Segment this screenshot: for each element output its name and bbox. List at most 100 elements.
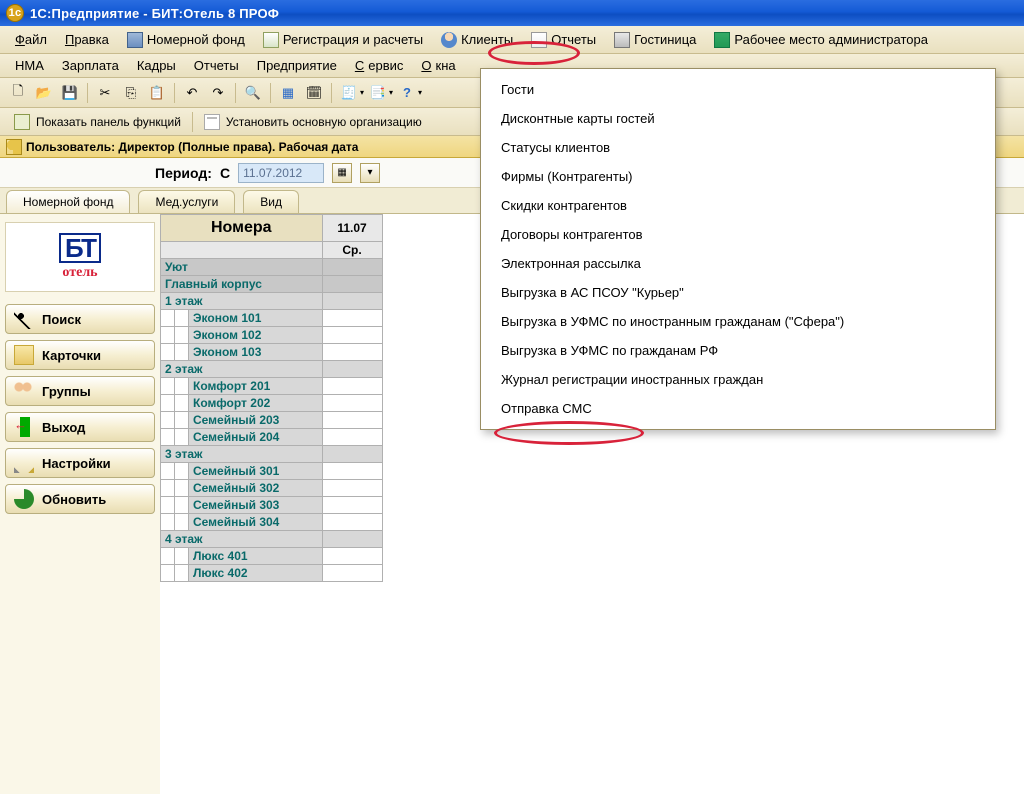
menu-Правка[interactable]: Правка — [56, 28, 118, 51]
dd-item[interactable]: Электронная рассылка — [481, 249, 995, 278]
menu-Регистрация и расчеты[interactable]: Регистрация и расчеты — [254, 28, 432, 52]
copy-icon[interactable]: ⎘ — [119, 81, 143, 105]
room-cell[interactable]: Эконом 101 — [189, 310, 323, 327]
separator — [331, 83, 332, 103]
calendar-icon[interactable]: 🗓 — [302, 81, 326, 105]
separator — [192, 112, 193, 132]
group-row[interactable]: Главный корпус — [161, 276, 323, 293]
room-cell[interactable]: Эконом 102 — [189, 327, 323, 344]
rooms-header: Номера — [161, 215, 323, 242]
floor-row[interactable]: 4 этаж — [161, 531, 323, 548]
clients-dropdown: ГостиДисконтные карты гостейСтатусы клие… — [480, 68, 996, 430]
undo-icon[interactable]: ↶ — [180, 81, 204, 105]
dropdown-button[interactable]: ▾ — [360, 163, 380, 183]
menu-Рабочее место администратора[interactable]: Рабочее место администратора — [705, 28, 937, 52]
page-icon — [204, 114, 220, 130]
main-menu: ФайлПравкаНомерной фондРегистрация и рас… — [0, 26, 1024, 54]
app-icon: 1c — [6, 4, 24, 22]
new-doc-icon[interactable]: 🗋 — [6, 81, 30, 105]
calc-icon[interactable]: ▦ — [276, 81, 300, 105]
open-icon[interactable]: 📂 — [32, 81, 56, 105]
room-cell[interactable]: Эконом 103 — [189, 344, 323, 361]
separator — [235, 83, 236, 103]
menu-icon — [127, 32, 143, 48]
tab-Мед.услуги[interactable]: Мед.услуги — [138, 190, 235, 213]
sb-exit-icon — [14, 417, 34, 437]
submenu-Кадры[interactable]: Кадры — [128, 54, 185, 77]
menu-Гостиница[interactable]: Гостиница — [605, 28, 705, 52]
dd-item[interactable]: Выгрузка в УФМС по иностранным гражданам… — [481, 307, 995, 336]
print-icon[interactable]: 📑 — [366, 81, 390, 105]
dd-item[interactable]: Дисконтные карты гостей — [481, 104, 995, 133]
separator — [174, 83, 175, 103]
dropdown-arrow-icon[interactable]: ▾ — [418, 88, 422, 97]
sb-search-icon — [14, 309, 34, 329]
dd-item[interactable]: Договоры контрагентов — [481, 220, 995, 249]
dd-item[interactable]: Гости — [481, 75, 995, 104]
submenu-Зарплата[interactable]: Зарплата — [53, 54, 128, 77]
group-row[interactable]: Уют — [161, 259, 323, 276]
show-functions-label: Показать панель функций — [36, 115, 181, 129]
menu-icon — [714, 32, 730, 48]
dd-item[interactable]: Фирмы (Контрагенты) — [481, 162, 995, 191]
reports-icon[interactable]: 🧾 — [337, 81, 361, 105]
room-cell[interactable]: Семейный 303 — [189, 497, 323, 514]
floor-row[interactable]: 1 этаж — [161, 293, 323, 310]
dd-item[interactable]: Скидки контрагентов — [481, 191, 995, 220]
tab-Вид[interactable]: Вид — [243, 190, 299, 213]
submenu-Предприятие[interactable]: Предприятие — [248, 54, 346, 77]
dd-item[interactable]: Журнал регистрации иностранных граждан — [481, 365, 995, 394]
room-cell[interactable]: Семейный 302 — [189, 480, 323, 497]
dropdown-arrow-icon[interactable]: ▾ — [360, 88, 364, 97]
submenu-НМА[interactable]: НМА — [6, 54, 53, 77]
menu-icon — [441, 32, 457, 48]
room-cell[interactable]: Комфорт 202 — [189, 395, 323, 412]
room-cell[interactable]: Семейный 301 — [189, 463, 323, 480]
room-cell[interactable]: Семейный 204 — [189, 429, 323, 446]
room-cell[interactable]: Комфорт 201 — [189, 378, 323, 395]
submenu-Сервис[interactable]: Сервис — [346, 54, 413, 77]
rooms-table[interactable]: Номера 11.07 Ср. УютГлавный корпус1 этаж… — [160, 214, 383, 582]
help-icon[interactable]: ? — [395, 81, 419, 105]
side-btn-Обновить[interactable]: Обновить — [5, 484, 155, 514]
dd-item[interactable]: Отправка СМС — [481, 394, 995, 423]
tab-Номерной фонд[interactable]: Номерной фонд — [6, 190, 130, 213]
show-functions-panel[interactable]: Показать панель функций — [6, 112, 189, 132]
menu-Клиенты[interactable]: Клиенты — [432, 28, 522, 52]
room-cell[interactable]: Семейный 304 — [189, 514, 323, 531]
side-btn-Выход[interactable]: Выход — [5, 412, 155, 442]
room-cell[interactable]: Люкс 401 — [189, 548, 323, 565]
side-btn-Настройки[interactable]: Настройки — [5, 448, 155, 478]
submenu-Окна[interactable]: Окна — [412, 54, 464, 77]
floor-row[interactable]: 2 этаж — [161, 361, 323, 378]
save-icon[interactable]: 💾 — [58, 81, 82, 105]
menu-icon — [531, 32, 547, 48]
menu-Номерной фонд[interactable]: Номерной фонд — [118, 28, 254, 52]
side-btn-Поиск[interactable]: Поиск — [5, 304, 155, 334]
date-from-input[interactable] — [238, 163, 324, 183]
menu-Отчеты[interactable]: Отчеты — [522, 28, 605, 52]
floor-row[interactable]: 3 этаж — [161, 446, 323, 463]
submenu-Отчеты[interactable]: Отчеты — [185, 54, 248, 77]
room-cell[interactable]: Люкс 402 — [189, 565, 323, 582]
side-btn-Группы[interactable]: Группы — [5, 376, 155, 406]
paste-icon[interactable]: 📋 — [145, 81, 169, 105]
menu-Файл[interactable]: Файл — [6, 28, 56, 51]
dd-item[interactable]: Статусы клиентов — [481, 133, 995, 162]
dd-item[interactable]: Выгрузка в АС ПСОУ "Курьер" — [481, 278, 995, 307]
dd-item[interactable]: Выгрузка в УФМС по гражданам РФ — [481, 336, 995, 365]
side-btn-Карточки[interactable]: Карточки — [5, 340, 155, 370]
period-label: Период: — [155, 165, 212, 181]
cut-icon[interactable]: ✂ — [93, 81, 117, 105]
find-icon[interactable]: 🔍 — [241, 81, 265, 105]
sb-settings-icon — [14, 453, 34, 473]
dropdown-arrow-icon[interactable]: ▾ — [389, 88, 393, 97]
titlebar: 1c 1С:Предприятие - БИТ:Отель 8 ПРОФ — [0, 0, 1024, 26]
room-cell[interactable]: Семейный 203 — [189, 412, 323, 429]
panel-icon — [14, 114, 30, 130]
redo-icon[interactable]: ↷ — [206, 81, 230, 105]
calendar-button[interactable]: ▦ — [332, 163, 352, 183]
set-main-org[interactable]: Установить основную организацию — [196, 112, 430, 132]
date-header: 11.07 — [322, 215, 382, 242]
period-from-label: С — [220, 165, 230, 181]
